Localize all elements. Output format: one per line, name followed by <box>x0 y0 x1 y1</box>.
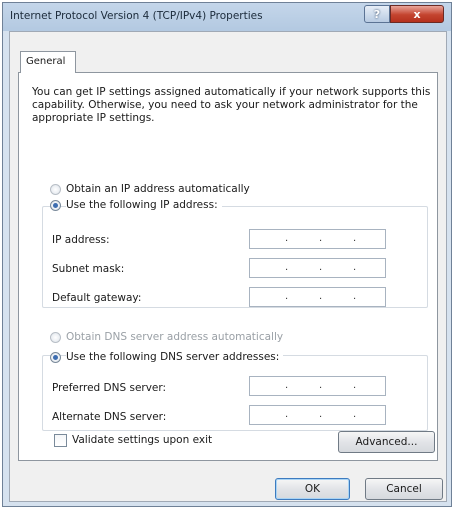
ip-address-input[interactable]: ... <box>249 229 386 249</box>
obtain-dns-auto-radio[interactable] <box>50 332 61 343</box>
validate-settings-label[interactable]: Validate settings upon exit <box>72 434 212 446</box>
default-gateway-input[interactable]: ... <box>249 287 386 307</box>
tab-general[interactable]: General <box>20 51 76 73</box>
ip-address-label: IP address: <box>52 234 110 246</box>
alternate-dns-input[interactable]: ... <box>249 405 386 425</box>
alternate-dns-label: Alternate DNS server: <box>52 411 167 423</box>
use-following-dns-label[interactable]: Use the following DNS server addresses: <box>66 351 284 363</box>
dialog-window: Internet Protocol Version 4 (TCP/IPv4) P… <box>2 2 452 507</box>
advanced-button[interactable]: Advanced... <box>338 431 435 453</box>
description-text: You can get IP settings assigned automat… <box>32 86 431 124</box>
use-following-dns-radio[interactable] <box>50 352 61 363</box>
preferred-dns-input[interactable]: ... <box>249 376 386 396</box>
window-title: Internet Protocol Version 4 (TCP/IPv4) P… <box>10 10 263 22</box>
help-button[interactable]: ? <box>364 5 390 23</box>
title-bar[interactable]: Internet Protocol Version 4 (TCP/IPv4) P… <box>3 3 451 31</box>
validate-settings-checkbox[interactable] <box>54 434 67 447</box>
default-gateway-label: Default gateway: <box>52 292 142 304</box>
tab-page-general: You can get IP settings assigned automat… <box>18 72 438 461</box>
preferred-dns-label: Preferred DNS server: <box>52 382 167 394</box>
subnet-mask-label: Subnet mask: <box>52 263 125 275</box>
subnet-mask-input[interactable]: ... <box>249 258 386 278</box>
use-following-ip-radio[interactable] <box>50 200 61 211</box>
dialog-body: General You can get IP settings assigned… <box>9 31 447 502</box>
help-icon: ? <box>373 7 381 21</box>
obtain-ip-auto-radio[interactable] <box>50 184 61 195</box>
ok-button[interactable]: OK <box>275 478 350 500</box>
obtain-dns-auto-label[interactable]: Obtain DNS server address automatically <box>66 331 283 343</box>
close-icon: x <box>413 7 421 21</box>
close-button[interactable]: x <box>390 5 444 23</box>
cancel-button[interactable]: Cancel <box>365 478 443 500</box>
obtain-ip-auto-label[interactable]: Obtain an IP address automatically <box>66 183 250 195</box>
use-following-ip-label[interactable]: Use the following IP address: <box>66 199 222 211</box>
tab-general-label: General <box>26 56 66 67</box>
